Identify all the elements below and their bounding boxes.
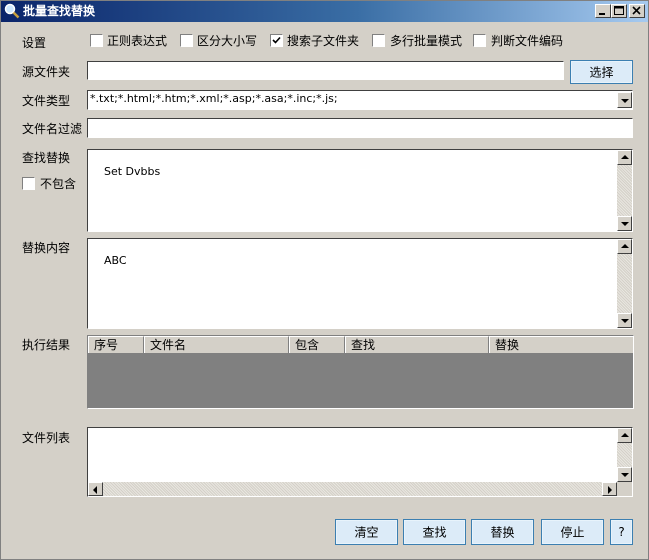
replace-scrollbar[interactable] bbox=[617, 239, 632, 328]
find-textarea[interactable]: Set Dvbbs bbox=[87, 149, 633, 232]
arrow-up-icon bbox=[621, 433, 629, 437]
search-subfolders-option-label[interactable]: 搜索子文件夹 bbox=[287, 34, 359, 48]
check-mark-icon bbox=[272, 36, 281, 44]
arrow-down-icon bbox=[621, 222, 629, 226]
arrow-up-icon bbox=[621, 155, 629, 159]
find-button[interactable]: 查找 bbox=[403, 519, 466, 545]
column-header-filename[interactable]: 文件名 bbox=[144, 336, 289, 353]
replace-button-label: 替换 bbox=[490, 525, 515, 540]
arrow-down-icon bbox=[621, 319, 629, 323]
scroll-down-button[interactable] bbox=[617, 467, 632, 482]
clear-button-label: 清空 bbox=[354, 525, 379, 540]
regex-option-label[interactable]: 正则表达式 bbox=[107, 34, 167, 48]
column-header-index[interactable]: 序号 bbox=[88, 336, 144, 353]
scroll-down-button[interactable] bbox=[617, 216, 632, 231]
column-header-replace[interactable]: 替换 bbox=[489, 336, 633, 353]
minimize-button[interactable] bbox=[595, 4, 611, 18]
case-sensitive-checkbox[interactable] bbox=[180, 34, 193, 47]
browse-button[interactable]: 选择 bbox=[570, 60, 633, 84]
clear-button[interactable]: 清空 bbox=[335, 519, 398, 545]
chevron-down-icon bbox=[621, 99, 629, 103]
find-text: Set Dvbbs bbox=[104, 165, 161, 178]
stop-button-label: 停止 bbox=[560, 525, 585, 540]
settings-label: 设置 bbox=[22, 36, 47, 50]
filename-filter-label: 文件名过滤 bbox=[22, 122, 83, 136]
find-label: 查找替换 bbox=[22, 151, 71, 165]
column-header-contains[interactable]: 包含 bbox=[289, 336, 345, 353]
arrow-left-icon bbox=[93, 486, 97, 494]
scroll-up-button[interactable] bbox=[617, 150, 632, 165]
source-folder-input[interactable] bbox=[87, 61, 564, 80]
file-list-vscrollbar[interactable] bbox=[617, 428, 632, 482]
file-list-hscrollbar[interactable] bbox=[88, 482, 617, 496]
multiline-batch-checkbox[interactable] bbox=[372, 34, 385, 47]
case-sensitive-option-label[interactable]: 区分大小写 bbox=[197, 34, 257, 48]
magnifier-icon bbox=[4, 3, 20, 19]
arrow-right-icon bbox=[608, 486, 612, 494]
source-folder-label: 源文件夹 bbox=[22, 65, 71, 79]
scroll-right-button[interactable] bbox=[602, 482, 617, 496]
browse-button-label: 选择 bbox=[589, 65, 614, 80]
window-title: 批量查找替换 bbox=[23, 4, 96, 18]
replace-text: ABC bbox=[104, 254, 127, 267]
regex-checkbox[interactable] bbox=[90, 34, 103, 47]
maximize-icon bbox=[614, 6, 624, 15]
search-subfolders-checkbox[interactable] bbox=[270, 34, 283, 47]
exclude-label[interactable]: 不包含 bbox=[40, 177, 76, 191]
detect-encoding-checkbox[interactable] bbox=[473, 34, 486, 47]
file-type-select[interactable]: *.txt;*.html;*.htm;*.xml;*.asp;*.asa;*.i… bbox=[87, 90, 633, 110]
file-type-value: *.txt;*.html;*.htm;*.xml;*.asp;*.asa;*.i… bbox=[90, 92, 338, 105]
file-type-label: 文件类型 bbox=[22, 94, 71, 108]
scroll-corner bbox=[617, 482, 632, 496]
minimize-icon bbox=[599, 13, 605, 15]
detect-encoding-option-label[interactable]: 判断文件编码 bbox=[491, 34, 563, 48]
close-icon bbox=[632, 6, 641, 15]
file-type-dropdown-button[interactable] bbox=[617, 92, 632, 108]
scroll-up-button[interactable] bbox=[617, 428, 632, 443]
scroll-down-button[interactable] bbox=[617, 313, 632, 328]
scroll-up-button[interactable] bbox=[617, 239, 632, 254]
replace-textarea[interactable]: ABC bbox=[87, 238, 633, 329]
results-list-body[interactable] bbox=[88, 353, 633, 408]
find-button-label: 查找 bbox=[422, 525, 447, 540]
multiline-batch-option-label[interactable]: 多行批量模式 bbox=[390, 34, 462, 48]
help-button-label: ? bbox=[618, 525, 625, 539]
exclude-checkbox[interactable] bbox=[22, 177, 35, 190]
stop-button[interactable]: 停止 bbox=[541, 519, 604, 545]
arrow-up-icon bbox=[621, 244, 629, 248]
find-scrollbar[interactable] bbox=[617, 150, 632, 231]
arrow-down-icon bbox=[621, 473, 629, 477]
help-button[interactable]: ? bbox=[610, 519, 633, 545]
scroll-left-button[interactable] bbox=[88, 482, 103, 496]
maximize-button[interactable] bbox=[611, 4, 627, 18]
results-label: 执行结果 bbox=[22, 338, 71, 352]
results-list-header: 序号 文件名 包含 查找 替换 bbox=[88, 336, 633, 353]
replace-label: 替换内容 bbox=[22, 241, 71, 255]
main-window: 批量查找替换 设置 正则表达式 区分大小写 搜索子文件夹 多行批量模式 判断文件… bbox=[0, 0, 649, 560]
close-button[interactable] bbox=[629, 4, 645, 18]
replace-button[interactable]: 替换 bbox=[471, 519, 534, 545]
file-list-label: 文件列表 bbox=[22, 431, 71, 445]
column-header-find[interactable]: 查找 bbox=[345, 336, 489, 353]
title-bar[interactable]: 批量查找替换 bbox=[1, 1, 648, 22]
filename-filter-input[interactable] bbox=[87, 118, 633, 138]
